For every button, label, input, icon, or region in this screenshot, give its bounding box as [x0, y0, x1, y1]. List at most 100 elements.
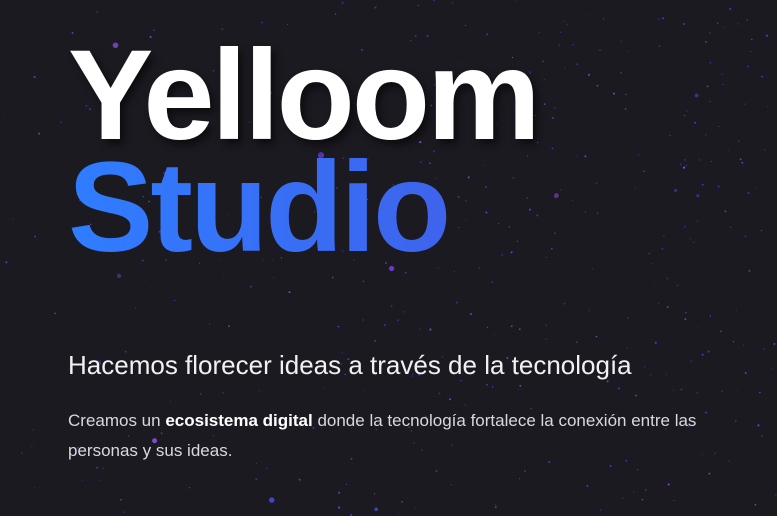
star-dot	[761, 435, 763, 437]
star-dot	[337, 325, 340, 328]
star-dot	[680, 388, 683, 391]
star-dot	[519, 328, 521, 330]
star-dot	[418, 328, 421, 330]
star-dot	[383, 324, 386, 327]
star-dot	[334, 13, 337, 15]
star-dot	[654, 341, 657, 344]
star-dot	[95, 466, 98, 469]
star-dot	[433, 395, 435, 397]
star-dot	[469, 313, 472, 315]
star-dot	[746, 19, 749, 21]
star-dot	[429, 328, 432, 331]
star-dot	[255, 478, 258, 481]
star-dot	[438, 392, 441, 395]
star-dot	[545, 338, 547, 340]
star-dot	[764, 149, 766, 151]
star-dot	[650, 374, 652, 376]
star-dot	[707, 350, 710, 353]
star-dot	[744, 371, 747, 374]
star-dot	[228, 325, 230, 328]
star-dot	[222, 392, 224, 394]
star-dot	[32, 429, 34, 431]
star-dot	[345, 483, 347, 485]
star-dot	[123, 511, 125, 513]
star-dot	[709, 315, 712, 317]
star-dot	[478, 267, 481, 269]
star-dot	[453, 270, 455, 272]
star-dot	[493, 334, 495, 336]
star-dot	[763, 348, 765, 350]
description-text-start: Creamos un	[68, 411, 166, 430]
star-dot	[491, 386, 494, 388]
star-dot	[617, 387, 620, 390]
star-dot	[627, 317, 629, 319]
star-dot	[560, 31, 562, 33]
star-dot	[486, 384, 488, 386]
star-dot	[662, 17, 665, 20]
star-dot	[708, 31, 711, 34]
star-dot	[545, 324, 547, 326]
star-dot	[486, 326, 489, 329]
star-dot	[591, 268, 594, 270]
star-dot	[323, 387, 325, 389]
star-dot	[519, 478, 520, 480]
star-dot	[636, 468, 639, 471]
star-dot	[96, 11, 98, 13]
star-dot	[338, 491, 341, 494]
star-dot	[754, 503, 757, 506]
hero-title: Yelloom Studio	[68, 32, 758, 272]
star-dot	[495, 504, 497, 506]
star-dot	[519, 384, 522, 387]
star-dot	[265, 467, 268, 470]
star-dot	[374, 6, 377, 9]
star-dot	[208, 323, 211, 325]
star-dot	[658, 303, 660, 305]
star-dot	[390, 305, 393, 307]
star-dot	[632, 490, 635, 493]
star-dot	[397, 319, 400, 322]
star-dot	[169, 400, 172, 402]
star-dot	[373, 493, 376, 495]
star-dot	[99, 479, 101, 482]
star-dot	[433, 0, 435, 2]
star-dot	[621, 497, 624, 499]
star-dot	[732, 340, 735, 343]
star-dot	[510, 325, 513, 328]
tagline: Hacemos florecer ideas a través de la te…	[68, 350, 632, 380]
star-dot	[737, 389, 739, 391]
star-dot	[576, 341, 578, 343]
star-dot	[760, 229, 763, 232]
star-dot	[269, 497, 275, 503]
star-dot	[338, 506, 341, 509]
star-dot	[514, 0, 516, 1]
star-dot	[401, 501, 403, 503]
star-dot	[538, 32, 540, 34]
star-dot	[374, 507, 378, 511]
star-dot	[690, 359, 693, 363]
star-dot	[563, 302, 566, 305]
star-dot	[595, 335, 598, 338]
star-dot	[120, 498, 122, 501]
star-dot	[403, 311, 406, 313]
star-dot	[397, 513, 399, 515]
star-dot	[524, 470, 526, 472]
star-dot	[288, 291, 291, 294]
star-dot	[588, 310, 590, 312]
star-dot	[517, 388, 519, 391]
star-dot	[665, 373, 668, 376]
star-dot	[773, 343, 776, 345]
star-dot	[54, 312, 56, 315]
star-dot	[362, 280, 365, 283]
star-dot	[450, 484, 452, 486]
star-dot	[31, 446, 33, 448]
star-dot	[375, 5, 378, 8]
star-dot	[775, 494, 777, 496]
star-dot	[449, 398, 452, 401]
star-dot	[435, 470, 438, 472]
star-dot	[737, 23, 739, 25]
star-dot	[34, 487, 36, 489]
star-dot	[188, 487, 191, 489]
star-dot	[341, 1, 344, 4]
star-dot	[666, 306, 669, 308]
star-dot	[363, 389, 365, 392]
